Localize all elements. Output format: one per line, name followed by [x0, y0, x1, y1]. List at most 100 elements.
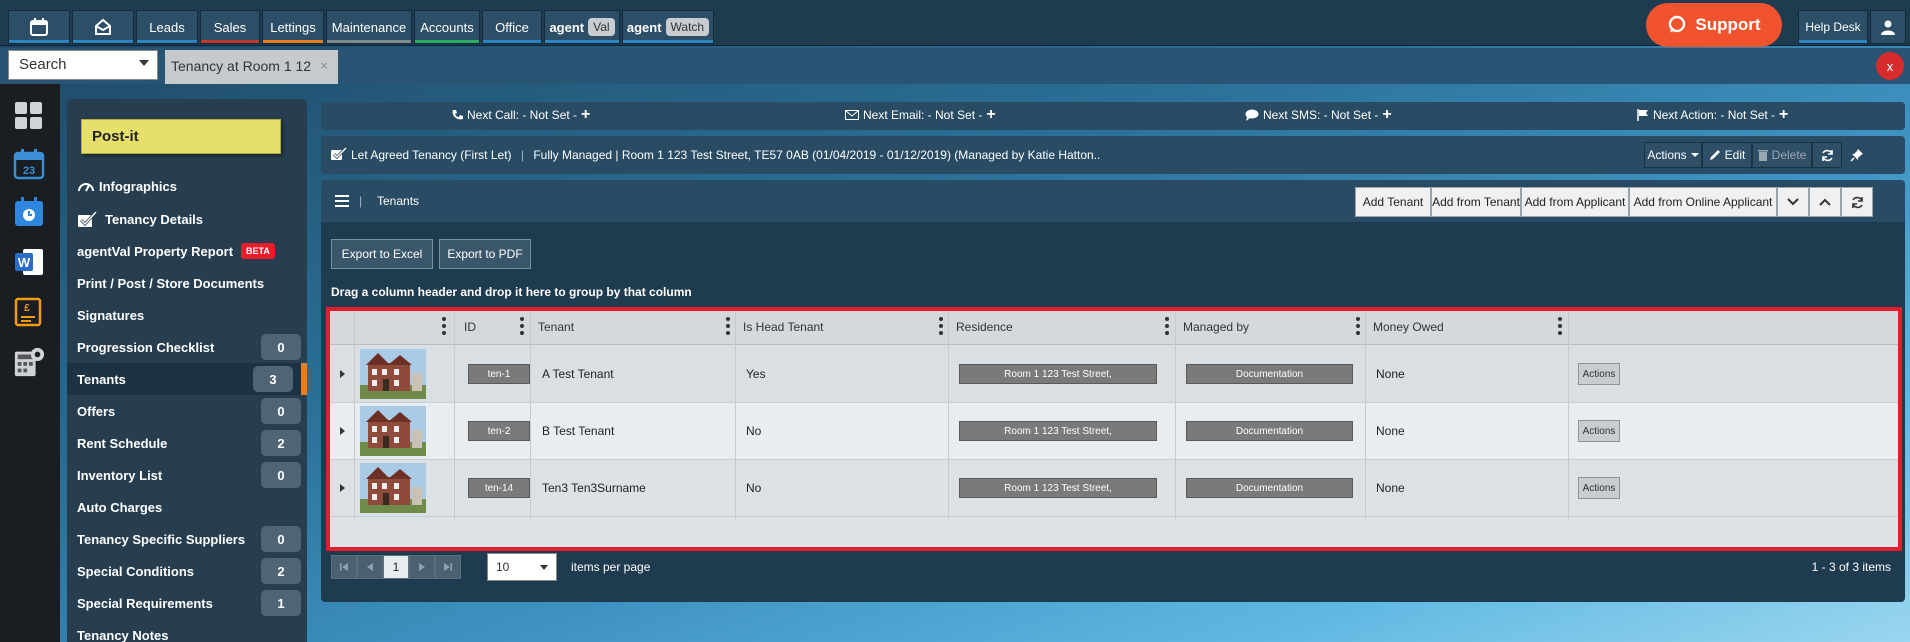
column-menu-icon[interactable] — [1558, 317, 1562, 335]
id-tag[interactable]: ten-1 — [468, 364, 530, 384]
invoice-icon[interactable]: £ — [13, 296, 45, 328]
close-all-tabs-button[interactable]: x — [1876, 52, 1904, 80]
sidebar-item-print-documents[interactable]: Print / Post / Store Documents — [67, 267, 307, 299]
last-page-button[interactable] — [435, 555, 461, 579]
tab-agent-val[interactable]: agent Val — [544, 10, 620, 44]
calendar-clock-icon[interactable] — [13, 196, 45, 228]
tab-office[interactable]: Office — [482, 10, 542, 44]
residence-tag[interactable]: Room 1 123 Test Street, — [959, 478, 1157, 498]
add-icon[interactable]: + — [1382, 107, 1391, 123]
export-pdf-button[interactable]: Export to PDF — [439, 239, 531, 269]
table-row[interactable]: ten-14 Ten3 Ten3Surname No Room 1 123 Test … — [330, 460, 1898, 517]
next-sms[interactable]: Next SMS: - Not Set - + — [1245, 107, 1392, 123]
next-call[interactable]: Next Call: - Not Set - + — [451, 107, 590, 123]
count-badge: 0 — [261, 398, 301, 424]
sidebar-item-inventory-list[interactable]: Inventory List 0 — [67, 459, 307, 491]
add-from-tenant-button[interactable]: Add from Tenant — [1431, 187, 1521, 217]
current-page-button[interactable]: 1 — [383, 555, 409, 579]
column-menu-icon[interactable] — [520, 317, 524, 335]
sidebar-item-tenancy-details[interactable]: Tenancy Details — [67, 203, 307, 235]
tab-accounts[interactable]: Accounts — [414, 10, 480, 44]
tab-agent-watch[interactable]: agent Watch — [622, 10, 714, 44]
column-header-tenant[interactable]: Tenant — [538, 320, 574, 334]
sidebar-item-signatures[interactable]: Signatures — [67, 299, 307, 331]
calculator-settings-icon[interactable] — [13, 346, 45, 378]
sidebar-item-auto-charges[interactable]: Auto Charges — [67, 491, 307, 523]
residence-tag[interactable]: Room 1 123 Test Street, — [959, 421, 1157, 441]
delete-button[interactable]: Delete — [1752, 142, 1812, 168]
managed-by-tag[interactable]: Documentation — [1186, 478, 1353, 498]
column-header-residence[interactable]: Residence — [956, 320, 1013, 334]
sidebar-item-tenancy-suppliers[interactable]: Tenancy Specific Suppliers 0 — [67, 523, 307, 555]
expand-row-icon[interactable] — [340, 370, 345, 378]
managed-by-tag[interactable]: Documentation — [1186, 364, 1353, 384]
open-tab-tenancy[interactable]: Tenancy at Room 1 12 × — [165, 50, 338, 84]
managed-by-tag[interactable]: Documentation — [1186, 421, 1353, 441]
user-menu-button[interactable] — [1870, 10, 1906, 44]
collapse-down-button[interactable] — [1777, 187, 1809, 217]
tab-lettings[interactable]: Lettings — [262, 10, 324, 44]
add-icon[interactable]: + — [1779, 107, 1788, 123]
actions-dropdown-button[interactable]: Actions — [1644, 142, 1702, 168]
add-icon[interactable]: + — [581, 107, 590, 123]
next-page-button[interactable] — [409, 555, 435, 579]
tab-close-icon[interactable]: × — [320, 58, 328, 73]
expand-row-icon[interactable] — [340, 427, 345, 435]
column-header-id[interactable]: ID — [464, 320, 476, 334]
add-from-applicant-button[interactable]: Add from Applicant — [1521, 187, 1629, 217]
column-menu-icon[interactable] — [726, 317, 730, 335]
tab-inbox[interactable] — [72, 10, 134, 44]
row-actions-button[interactable]: Actions — [1578, 363, 1620, 385]
export-excel-button[interactable]: Export to Excel — [331, 239, 433, 269]
tab-calendar[interactable] — [8, 10, 70, 44]
add-icon[interactable]: + — [986, 107, 995, 123]
sidebar-item-tenants[interactable]: Tenants 3 — [67, 363, 307, 395]
search-dropdown[interactable]: Search — [8, 50, 158, 80]
next-email[interactable]: Next Email: - Not Set - + — [845, 107, 996, 123]
column-header-managed-by[interactable]: Managed by — [1183, 320, 1249, 334]
expand-row-icon[interactable] — [340, 484, 345, 492]
first-page-button[interactable] — [331, 555, 357, 579]
dashboard-grid-icon[interactable] — [13, 100, 45, 132]
sidebar-item-special-requirements[interactable]: Special Requirements 1 — [67, 587, 307, 619]
edit-button[interactable]: Edit — [1702, 142, 1752, 168]
next-action[interactable]: Next Action: - Not Set - + — [1637, 107, 1788, 123]
column-header-head-tenant[interactable]: Is Head Tenant — [743, 320, 824, 334]
support-button[interactable]: Support — [1646, 3, 1782, 47]
tab-leads[interactable]: Leads — [136, 10, 198, 44]
column-menu-icon[interactable] — [442, 317, 446, 335]
row-actions-button[interactable]: Actions — [1578, 420, 1620, 442]
refresh-button[interactable] — [1812, 142, 1842, 168]
add-from-online-applicant-button[interactable]: Add from Online Applicant — [1629, 187, 1777, 217]
page-size-select[interactable]: 10 — [487, 553, 557, 581]
previous-page-button[interactable] — [357, 555, 383, 579]
column-menu-icon[interactable] — [1165, 317, 1169, 335]
hamburger-menu-icon[interactable] — [335, 195, 349, 207]
id-tag[interactable]: ten-14 — [468, 478, 530, 498]
sidebar-item-agentval-report[interactable]: agentVal Property Report BETA — [67, 235, 307, 267]
collapse-up-button[interactable] — [1809, 187, 1841, 217]
residence-tag[interactable]: Room 1 123 Test Street, — [959, 364, 1157, 384]
sidebar-item-rent-schedule[interactable]: Rent Schedule 2 — [67, 427, 307, 459]
word-document-icon[interactable]: W — [13, 246, 45, 278]
refresh-grid-button[interactable] — [1841, 187, 1873, 217]
sidebar-item-tenancy-notes[interactable]: Tenancy Notes — [67, 619, 307, 642]
table-row[interactable]: ten-1 A Test Tenant Yes Room 1 123 Test Str… — [330, 346, 1898, 403]
help-desk-button[interactable]: Help Desk — [1798, 10, 1868, 44]
column-header-money-owed[interactable]: Money Owed — [1373, 320, 1444, 334]
tab-maintenance[interactable]: Maintenance — [326, 10, 412, 44]
pin-button[interactable] — [1842, 142, 1872, 168]
add-tenant-button[interactable]: Add Tenant — [1355, 187, 1431, 217]
sidebar-item-progression-checklist[interactable]: Progression Checklist 0 — [67, 331, 307, 363]
sidebar-item-offers[interactable]: Offers 0 — [67, 395, 307, 427]
sidebar-item-infographics[interactable]: Infographics — [67, 170, 307, 202]
id-tag[interactable]: ten-2 — [468, 421, 530, 441]
post-it-note[interactable]: Post-it — [81, 119, 281, 154]
table-row[interactable]: ten-2 B Test Tenant No Room 1 123 Test Stre… — [330, 403, 1898, 460]
row-actions-button[interactable]: Actions — [1578, 477, 1620, 499]
column-menu-icon[interactable] — [1356, 317, 1360, 335]
column-menu-icon[interactable] — [939, 317, 943, 335]
tab-sales[interactable]: Sales — [200, 10, 260, 44]
sidebar-item-special-conditions[interactable]: Special Conditions 2 — [67, 555, 307, 587]
calendar-app-icon[interactable]: 23 — [13, 148, 45, 180]
